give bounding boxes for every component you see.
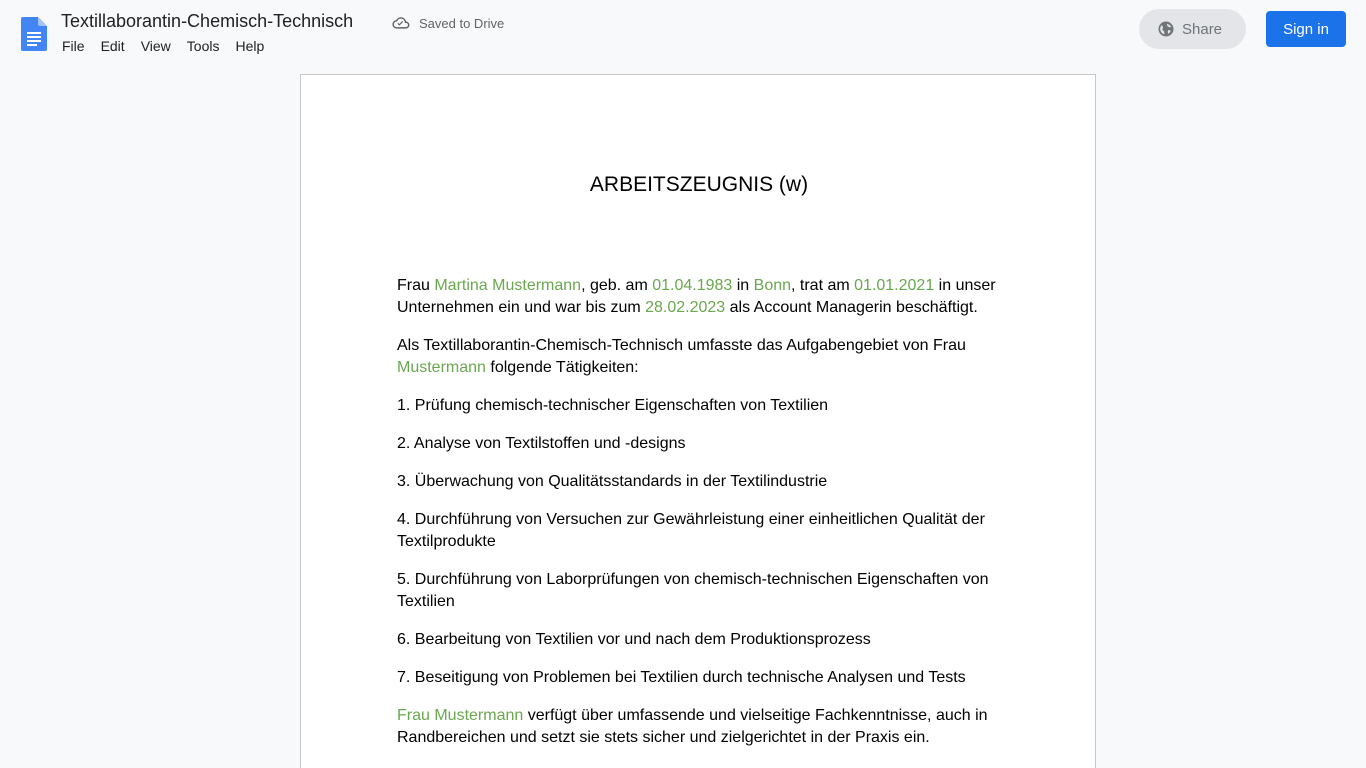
task-item: 2. Analyse von Textilstoffen und -design… (397, 435, 686, 452)
task-item: 6. Bearbeitung von Textilien vor und nac… (397, 631, 871, 648)
globe-icon (1158, 21, 1174, 37)
app-header: Textillaborantin-Chemisch-Technisch Save… (0, 0, 1366, 64)
document-body: Frau Martina Mustermann, geb. am 01.04.1… (397, 275, 1001, 765)
menu-view[interactable]: View (133, 36, 179, 58)
text-run: Als Textillaborantin-Chemisch-Technisch … (397, 337, 966, 354)
employee-surname: Mustermann (397, 359, 486, 376)
cloud-saved-icon (392, 17, 410, 29)
start-date: 01.01.2021 (854, 277, 935, 294)
skills-paragraph: Frau Mustermann verfügt über umfassende … (397, 705, 1001, 749)
share-button-label: Share (1182, 20, 1223, 38)
google-docs-icon[interactable] (21, 17, 47, 51)
text-run: als Account Managerin beschäftigt. (725, 299, 978, 316)
menu-tools[interactable]: Tools (179, 36, 228, 58)
task-item: 3. Überwachung von Qualitätsstandards in… (397, 473, 828, 490)
menu-edit[interactable]: Edit (93, 36, 133, 58)
document-heading: ARBEITSZEUGNIS (w) (589, 173, 809, 196)
save-status[interactable]: Saved to Drive (391, 13, 504, 33)
menu-file[interactable]: File (54, 36, 93, 58)
intro-paragraph: Frau Martina Mustermann, geb. am 01.04.1… (397, 275, 1001, 319)
task-item: 4. Durchführung von Versuchen zur Gewähr… (397, 511, 985, 550)
share-button[interactable]: Share (1139, 9, 1246, 49)
menu-help[interactable]: Help (227, 36, 272, 58)
task-item: 5. Durchführung von Laborprüfungen von c… (397, 571, 989, 610)
save-status-label: Saved to Drive (419, 15, 505, 31)
end-date: 28.02.2023 (645, 299, 726, 316)
duties-intro-paragraph: Als Textillaborantin-Chemisch-Technisch … (397, 335, 1001, 379)
employee-reference: Frau Mustermann (397, 707, 524, 724)
document-title[interactable]: Textillaborantin-Chemisch-Technisch (61, 10, 353, 32)
text-run: , trat am (791, 277, 855, 294)
document-page[interactable]: ARBEITSZEUGNIS (w) Frau Martina Musterma… (300, 74, 1096, 768)
menu-bar: File Edit View Tools Help (54, 36, 272, 58)
text-run: folgende Tätigkeiten: (485, 359, 639, 376)
text-run: Frau (397, 277, 435, 294)
birth-date: 01.04.1983 (652, 277, 733, 294)
task-item: 7. Beseitigung von Problemen bei Textili… (397, 669, 966, 686)
birth-city: Bonn (753, 277, 792, 294)
text-run: in (732, 277, 754, 294)
sign-in-button[interactable]: Sign in (1266, 11, 1346, 47)
employee-name: Martina Mustermann (434, 277, 582, 294)
text-run: , geb. am (581, 277, 653, 294)
task-item: 1. Prüfung chemisch-technischer Eigensch… (397, 397, 829, 414)
